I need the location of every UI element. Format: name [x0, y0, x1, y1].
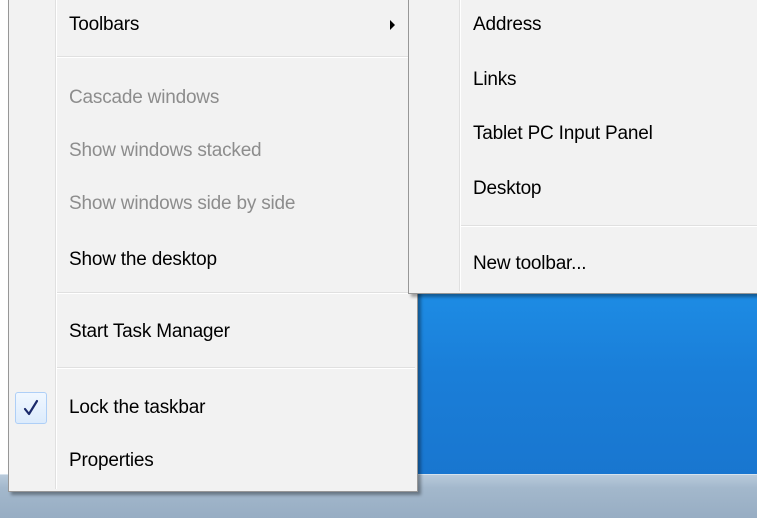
- menu-separator: [57, 56, 415, 58]
- checkmark-icon: [15, 392, 47, 424]
- menu-item-label: Links: [473, 69, 517, 90]
- menu-item-label: Address: [473, 14, 542, 35]
- menu-item-label: Tablet PC Input Panel: [473, 123, 653, 144]
- menu-item-show-the-desktop[interactable]: Show the desktop: [11, 243, 415, 277]
- menu-separator: [57, 367, 415, 369]
- menu-item-label: Show windows side by side: [69, 193, 296, 214]
- submenu-item-new-toolbar[interactable]: New toolbar...: [411, 247, 757, 281]
- menu-item-label: Start Task Manager: [69, 321, 230, 342]
- menu-item-lock-the-taskbar[interactable]: Lock the taskbar: [11, 391, 415, 425]
- submenu-arrow-icon: [390, 20, 395, 30]
- menu-item-cascade-windows[interactable]: Cascade windows: [11, 81, 415, 115]
- menu-item-label: Toolbars: [69, 14, 140, 35]
- menu-item-start-task-manager[interactable]: Start Task Manager: [11, 315, 415, 349]
- menu-item-label: Properties: [69, 450, 154, 471]
- menu-item-label: New toolbar...: [473, 253, 587, 274]
- menu-item-properties[interactable]: Properties: [11, 444, 415, 478]
- toolbars-submenu: Address Links Tablet PC Input Panel Desk…: [408, 0, 757, 294]
- submenu-item-desktop[interactable]: Desktop: [411, 172, 757, 206]
- menu-separator: [461, 225, 757, 227]
- menu-item-show-windows-stacked[interactable]: Show windows stacked: [11, 134, 415, 168]
- submenu-item-address[interactable]: Address: [411, 8, 757, 42]
- menu-item-label: Cascade windows: [69, 87, 220, 108]
- menu-item-label: Show the desktop: [69, 249, 217, 270]
- menu-separator: [57, 292, 415, 294]
- menu-item-label: Desktop: [473, 178, 542, 199]
- submenu-item-tablet-pc-input-panel[interactable]: Tablet PC Input Panel: [411, 117, 757, 151]
- submenu-item-links[interactable]: Links: [411, 63, 757, 97]
- menu-item-label: Show windows stacked: [69, 140, 262, 161]
- menu-item-label: Lock the taskbar: [69, 397, 206, 418]
- menu-item-show-windows-side-by-side[interactable]: Show windows side by side: [11, 187, 415, 221]
- menu-item-toolbars[interactable]: Toolbars: [11, 8, 415, 42]
- taskbar-context-menu: Toolbars Cascade windows Show windows st…: [8, 0, 418, 492]
